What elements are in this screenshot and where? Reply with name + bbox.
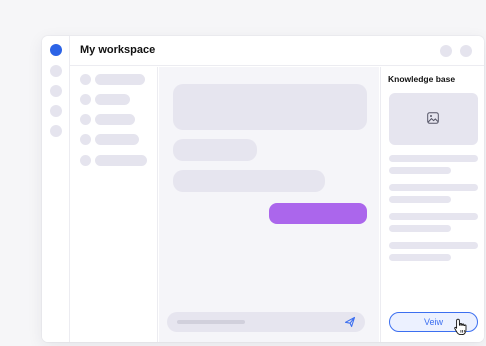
- message-input[interactable]: [167, 312, 365, 332]
- send-icon[interactable]: [344, 316, 356, 328]
- text-placeholder: [389, 213, 478, 220]
- image-placeholder: [389, 93, 478, 145]
- chat-message-incoming: [173, 84, 367, 130]
- sidebar-item-icon: [80, 114, 91, 125]
- app-window: My workspace Knowledge base Veiw: [42, 36, 484, 342]
- text-placeholder: [389, 184, 478, 191]
- chat-message-incoming: [173, 139, 257, 161]
- nav-dot-icon[interactable]: [50, 105, 62, 117]
- text-placeholder: [389, 254, 451, 261]
- text-placeholder: [389, 242, 478, 249]
- hand-cursor-icon: [454, 318, 467, 336]
- window-control-icon[interactable]: [440, 45, 452, 57]
- sidebar: [70, 67, 158, 342]
- nav-dot-icon[interactable]: [50, 125, 62, 137]
- text-placeholder: [389, 196, 451, 203]
- text-placeholder: [389, 225, 451, 232]
- text-placeholder: [389, 155, 478, 162]
- chat-message-incoming: [173, 170, 325, 192]
- nav-dot-icon[interactable]: [50, 65, 62, 77]
- chat-message-outgoing: [269, 203, 367, 224]
- knowledge-panel: Knowledge base Veiw: [380, 67, 484, 342]
- sidebar-item-label-placeholder: [95, 134, 139, 145]
- sidebar-item-icon: [80, 94, 91, 105]
- sidebar-item-label-placeholder: [95, 74, 145, 85]
- page-title: My workspace: [80, 44, 156, 56]
- workspace-icon[interactable]: [50, 44, 62, 56]
- text-placeholder: [389, 167, 451, 174]
- knowledge-title: Knowledge base: [388, 74, 456, 84]
- sidebar-item-icon: [80, 74, 91, 85]
- chat-panel: [159, 67, 379, 342]
- icon-rail: [42, 36, 70, 342]
- window-control-icon[interactable]: [460, 45, 472, 57]
- nav-dot-icon[interactable]: [50, 85, 62, 97]
- sidebar-item-icon: [80, 155, 91, 166]
- message-input-placeholder: [177, 320, 245, 324]
- sidebar-item-label-placeholder: [95, 114, 135, 125]
- window-header: My workspace: [70, 36, 484, 66]
- sidebar-item-icon: [80, 134, 91, 145]
- sidebar-item-label-placeholder: [95, 94, 130, 105]
- image-icon: [427, 112, 439, 124]
- sidebar-item-label-placeholder: [95, 155, 147, 166]
